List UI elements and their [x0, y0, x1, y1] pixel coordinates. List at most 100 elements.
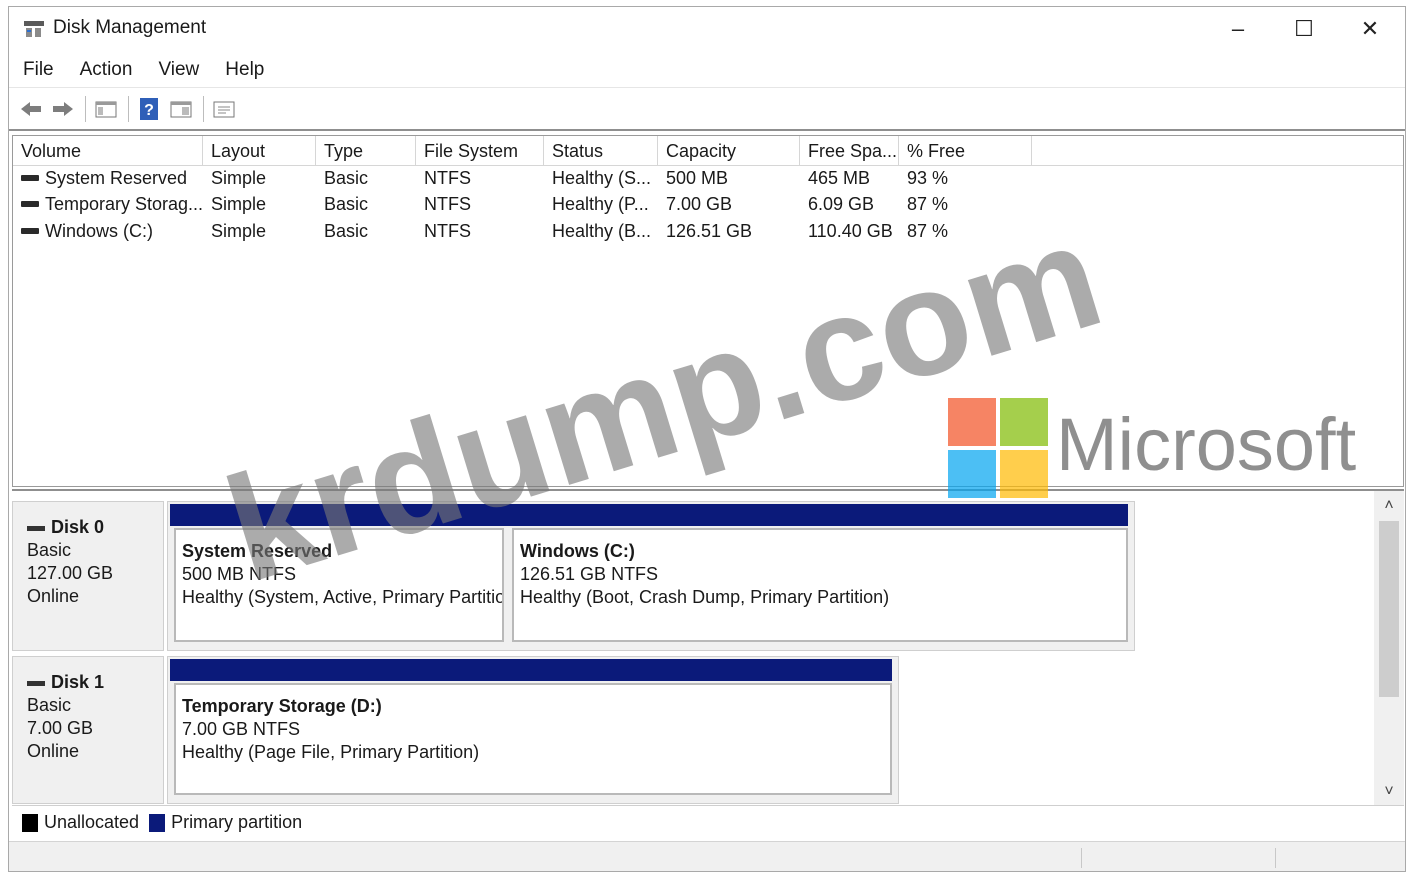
disk-management-window: Disk Management – ☐ ✕ File Action View H… [8, 6, 1406, 872]
volume-layout: Simple [211, 194, 267, 214]
partition-temporary-storage-d[interactable]: Temporary Storage (D:) 7.00 GB NTFS Heal… [174, 683, 892, 795]
minimize-button[interactable]: – [1205, 11, 1271, 47]
volume-icon [21, 227, 39, 234]
help-icon: ? [140, 97, 158, 120]
maximize-icon: ☐ [1294, 16, 1314, 41]
back-arrow-icon [21, 101, 41, 116]
table-row[interactable]: Windows (C:) Simple Basic NTFS Healthy (… [13, 221, 1403, 247]
forward-button[interactable] [49, 95, 77, 123]
properties-button[interactable] [167, 95, 195, 123]
partition-name: Temporary Storage (D:) [182, 696, 382, 716]
column-header-capacity[interactable]: Capacity [658, 136, 800, 166]
partition-status: Healthy (Boot, Crash Dump, Primary Parti… [520, 587, 890, 607]
partition-status: Healthy (System, Active, Primary Partiti… [182, 587, 504, 607]
disk-management-app-icon [24, 21, 44, 37]
disk-label-0[interactable]: Disk 0 Basic 127.00 GB Online [12, 501, 164, 651]
volume-percent-free: 93 % [907, 168, 949, 188]
console-tree-icon [95, 101, 117, 117]
scroll-up-icon[interactable]: ˄ [1374, 497, 1404, 515]
maximize-button[interactable]: ☐ [1271, 11, 1337, 47]
close-icon: ✕ [1360, 16, 1380, 41]
legend-unallocated-label: Unallocated [44, 812, 140, 832]
primary-partition-swatch [149, 813, 166, 832]
primary-partition-bar [170, 659, 892, 681]
scroll-thumb[interactable] [1379, 521, 1399, 697]
column-header-file-system[interactable]: File System [416, 136, 544, 166]
close-button[interactable]: ✕ [1337, 11, 1403, 47]
settings-button[interactable] [210, 95, 238, 123]
volume-file-system: NTFS [424, 221, 471, 241]
disk-partition-area-1: Temporary Storage (D:) 7.00 GB NTFS Heal… [167, 656, 899, 804]
partition-name: System Reserved [182, 541, 333, 561]
title-bar: Disk Management – ☐ ✕ [9, 7, 1405, 51]
column-header-status[interactable]: Status [544, 136, 658, 166]
volume-status: Healthy (B... [552, 221, 652, 241]
volume-capacity: 126.51 GB [666, 221, 753, 241]
column-header-layout[interactable]: Layout [203, 136, 316, 166]
disk-graphical-view: Disk 0 Basic 127.00 GB Online System Res… [12, 489, 1404, 805]
settings-list-icon [213, 101, 235, 117]
window-title: Disk Management [53, 17, 207, 38]
menu-action[interactable]: Action [66, 55, 145, 85]
menu-view[interactable]: View [144, 55, 211, 85]
status-bar [9, 841, 1405, 871]
disk-icon [27, 680, 45, 686]
volume-icon [21, 200, 39, 207]
svg-text:?: ? [144, 102, 154, 119]
volume-type: Basic [324, 221, 369, 241]
toolbar-separator [203, 95, 204, 122]
column-header-free-space[interactable]: Free Spa... [800, 136, 899, 166]
unallocated-swatch [22, 813, 38, 832]
volume-status: Healthy (P... [552, 194, 649, 214]
volume-file-system: NTFS [424, 168, 471, 188]
volume-layout: Simple [211, 168, 267, 188]
show-hide-console-tree-button[interactable] [92, 95, 120, 123]
volume-capacity: 500 MB [666, 168, 729, 188]
disk-name: Disk 1 [51, 672, 105, 692]
disk-label-1[interactable]: Disk 1 Basic 7.00 GB Online [12, 656, 164, 804]
toolbar-separator [128, 95, 129, 122]
partition-windows-c[interactable]: Windows (C:) 126.51 GB NTFS Healthy (Boo… [512, 528, 1128, 642]
partition-system-reserved[interactable]: System Reserved 500 MB NTFS Healthy (Sys… [174, 528, 504, 642]
status-bar-divider [1081, 848, 1082, 868]
disk-pane-scrollbar[interactable]: ˄ ˅ [1374, 491, 1404, 805]
partition-size-fs: 7.00 GB NTFS [182, 719, 301, 739]
menu-help[interactable]: Help [211, 55, 276, 85]
disk-name: Disk 0 [51, 517, 105, 537]
disk-size: 127.00 GB [27, 563, 114, 583]
table-row[interactable]: System Reserved Simple Basic NTFS Health… [13, 168, 1403, 194]
partition-name: Windows (C:) [520, 541, 635, 561]
back-button[interactable] [17, 95, 45, 123]
toolbar: ? [9, 87, 1405, 131]
column-header-type[interactable]: Type [316, 136, 416, 166]
volume-percent-free: 87 % [907, 221, 949, 241]
disk-icon [27, 525, 45, 531]
volume-free-space: 465 MB [808, 168, 871, 188]
column-header-volume[interactable]: Volume [13, 136, 203, 166]
volume-icon [21, 174, 39, 181]
table-row[interactable]: Temporary Storag... Simple Basic NTFS He… [13, 194, 1403, 220]
volume-free-space: 110.40 GB [808, 221, 893, 241]
volume-type: Basic [324, 168, 369, 188]
disk-row-1: Disk 1 Basic 7.00 GB Online Temporary St… [12, 656, 1372, 804]
status-bar-divider [1275, 848, 1276, 868]
partition-size-fs: 126.51 GB NTFS [520, 564, 659, 584]
help-button[interactable]: ? [135, 95, 163, 123]
volume-name: Temporary Storag... [45, 194, 203, 214]
menu-file[interactable]: File [9, 55, 66, 85]
volume-free-space: 6.09 GB [808, 194, 875, 214]
menu-bar: File Action View Help [9, 55, 1405, 85]
scroll-down-icon[interactable]: ˅ [1374, 783, 1404, 801]
volume-percent-free: 87 % [907, 194, 949, 214]
column-header-percent-free[interactable]: % Free [899, 136, 1032, 166]
volume-list-header: Volume Layout Type File System Status Ca… [13, 136, 1403, 166]
forward-arrow-icon [53, 101, 73, 116]
properties-icon [170, 101, 192, 117]
legend-primary-label: Primary partition [171, 812, 303, 832]
volume-type: Basic [324, 194, 369, 214]
legend: Unallocated Primary partition [12, 805, 1404, 839]
disk-type: Basic [27, 540, 72, 560]
disk-state: Online [27, 586, 80, 606]
partition-status: Healthy (Page File, Primary Partition) [182, 742, 480, 762]
disk-state: Online [27, 741, 80, 761]
